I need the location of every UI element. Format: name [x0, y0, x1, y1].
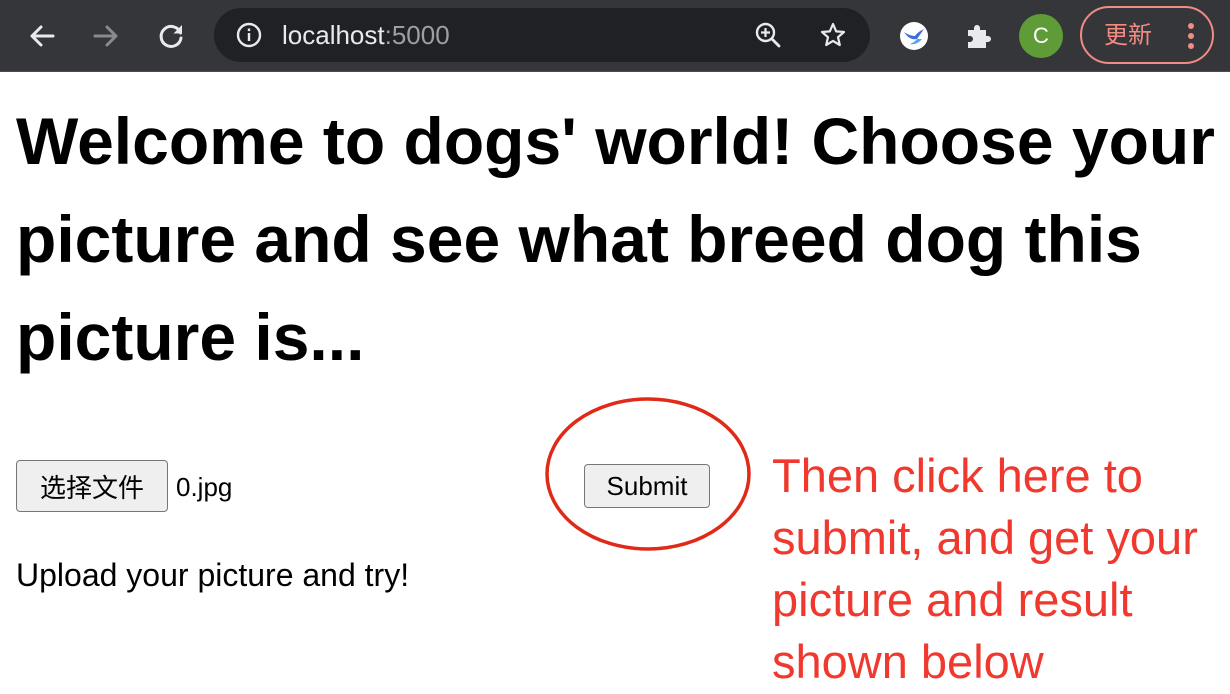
url-host: localhost: [282, 20, 385, 50]
reload-icon: [159, 25, 183, 48]
update-label: 更新: [1104, 22, 1152, 49]
puzzle-icon[interactable]: [960, 18, 996, 54]
bird-extension-icon[interactable]: [896, 18, 932, 54]
star-icon[interactable]: [819, 21, 847, 49]
more-vert-icon[interactable]: [1186, 22, 1196, 50]
selected-file-name: 0.jpg: [176, 472, 233, 502]
zoom-in-icon[interactable]: [754, 21, 782, 49]
reload-button[interactable]: [149, 14, 193, 58]
annotation-text: Then click here to submit, and get your …: [772, 445, 1230, 693]
page-heading: Welcome to dogs' world! Choose your pict…: [16, 104, 1215, 374]
forward-button[interactable]: [84, 14, 128, 58]
profile-avatar[interactable]: C: [1019, 14, 1063, 58]
profile-initial: C: [1033, 23, 1049, 48]
submit-button[interactable]: Submit: [584, 464, 710, 508]
address-bar[interactable]: localhost:5000: [214, 8, 870, 62]
upload-hint: Upload your picture and try!: [16, 557, 410, 593]
choose-file-button[interactable]: 选择文件: [16, 460, 168, 512]
browser-toolbar: localhost:5000 C 更新: [0, 0, 1230, 72]
back-button[interactable]: [20, 14, 64, 58]
annotation-line: shown below: [772, 635, 1044, 688]
annotation-line: Then click here to: [772, 449, 1143, 502]
forward-arrow-icon: [93, 25, 118, 47]
annotation-line: picture and result: [772, 573, 1133, 626]
info-icon[interactable]: [236, 22, 262, 48]
update-button[interactable]: 更新: [1080, 6, 1214, 64]
url-text[interactable]: localhost:5000: [282, 21, 450, 49]
url-port: :5000: [384, 20, 450, 50]
back-arrow-icon: [30, 25, 55, 47]
annotation-line: submit, and get your: [772, 511, 1198, 564]
